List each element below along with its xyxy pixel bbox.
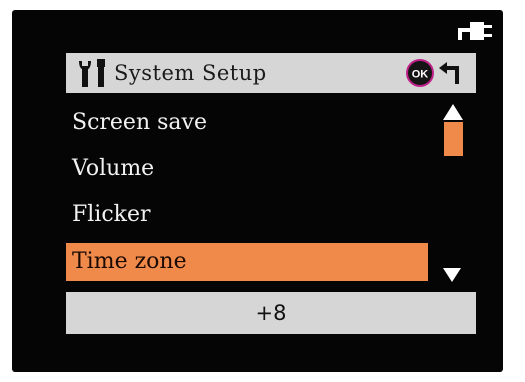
scrollbar-thumb[interactable] — [444, 122, 463, 156]
scroll-up-arrow-icon[interactable] — [443, 104, 463, 120]
back-arrow-icon[interactable] — [438, 62, 464, 86]
menu-item-flicker[interactable]: Flicker — [66, 196, 428, 234]
menu-item-time-zone[interactable]: Time zone — [66, 243, 428, 281]
ok-button-icon[interactable]: OK — [406, 59, 434, 87]
power-plug-icon — [458, 22, 492, 40]
menu-title: System Setup — [114, 61, 267, 85]
scroll-down-arrow-icon[interactable] — [443, 268, 461, 282]
menu-item-screen-save[interactable]: Screen save — [66, 104, 428, 142]
tools-icon — [79, 59, 105, 87]
time-zone-value-text: +8 — [255, 301, 287, 325]
time-zone-value: +8 — [66, 292, 476, 334]
svg-text:OK: OK — [412, 69, 429, 81]
menu-header: System Setup OK — [66, 53, 476, 93]
device-screen: System Setup OK Screen save Volume Flick… — [12, 10, 503, 372]
menu-item-volume[interactable]: Volume — [66, 150, 428, 188]
